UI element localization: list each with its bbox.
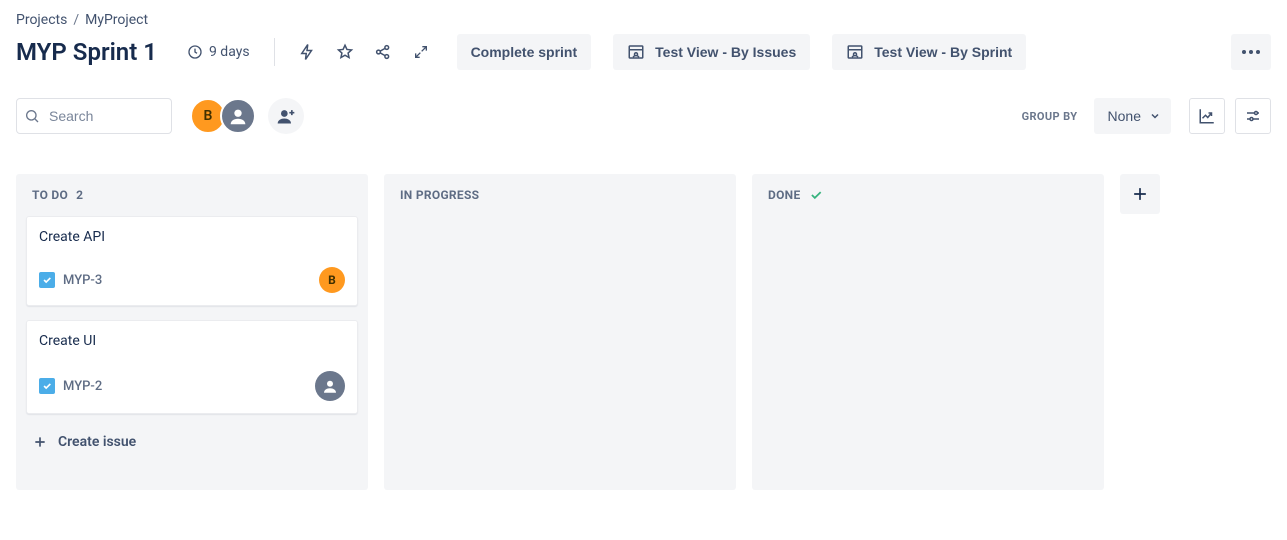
card-title: Create UI (39, 333, 345, 349)
more-actions-button[interactable] (1231, 34, 1271, 70)
task-icon (39, 378, 55, 394)
plus-icon (32, 434, 48, 450)
search-wrap (16, 98, 172, 134)
person-icon (321, 377, 339, 395)
card-myp-2[interactable]: Create UI MYP-2 (26, 320, 358, 414)
column-header[interactable]: IN PROGRESS (394, 188, 726, 202)
share-icon (374, 43, 392, 61)
divider (274, 38, 275, 66)
view-button-by-issues[interactable]: Test View - By Issues (613, 34, 810, 70)
column-in-progress[interactable]: IN PROGRESS (384, 174, 736, 490)
days-remaining[interactable]: 9 days (187, 44, 250, 60)
avatar-initial: B (328, 273, 336, 287)
chevron-down-icon (1149, 110, 1161, 122)
view-icon (627, 43, 645, 61)
column-title: IN PROGRESS (400, 188, 479, 202)
board: TO DO 2 Create API MYP-3 B Create UI (16, 174, 1271, 490)
task-icon (39, 272, 55, 288)
board-toolbar: B GROUP BY None (16, 98, 1271, 134)
view-settings-button[interactable] (1235, 98, 1271, 134)
view-label: Test View - By Sprint (874, 44, 1012, 60)
plus-icon (1130, 184, 1150, 204)
card-key: MYP-2 (63, 379, 102, 394)
breadcrumb: Projects / MyProject (16, 12, 1271, 28)
complete-sprint-label: Complete sprint (471, 44, 578, 60)
view-button-by-sprint[interactable]: Test View - By Sprint (832, 34, 1026, 70)
add-people-button[interactable] (268, 98, 304, 134)
search-icon (24, 108, 40, 124)
bolt-icon (298, 43, 316, 61)
groupby-label: GROUP BY (1022, 110, 1078, 123)
check-icon (809, 188, 823, 202)
card-footer: MYP-3 B (39, 267, 345, 293)
column-count: 2 (76, 188, 83, 202)
card-key-wrap: MYP-3 (39, 272, 102, 288)
avatar-stack: B (190, 98, 304, 134)
sliders-icon (1244, 107, 1262, 125)
days-remaining-label: 9 days (209, 44, 250, 60)
column-title: TO DO (32, 188, 68, 202)
view-label: Test View - By Issues (655, 44, 796, 60)
add-person-icon (276, 106, 296, 126)
card-assignee-avatar[interactable] (315, 371, 345, 401)
card-myp-3[interactable]: Create API MYP-3 B (26, 216, 358, 306)
fullscreen-button[interactable] (405, 36, 437, 68)
page-header: MYP Sprint 1 9 days Complete sprint Test… (16, 34, 1271, 70)
star-icon (336, 43, 354, 61)
share-button[interactable] (367, 36, 399, 68)
create-issue-label: Create issue (58, 434, 136, 450)
automation-button[interactable] (291, 36, 323, 68)
card-footer: MYP-2 (39, 371, 345, 401)
card-assignee-avatar[interactable]: B (319, 267, 345, 293)
complete-sprint-button[interactable]: Complete sprint (457, 34, 592, 70)
groupby-dropdown[interactable]: None (1094, 98, 1171, 134)
create-issue-button[interactable]: Create issue (26, 424, 358, 450)
groupby-value: None (1108, 108, 1141, 124)
person-icon (227, 105, 249, 127)
card-key-wrap: MYP-2 (39, 378, 102, 394)
more-icon (1242, 50, 1260, 54)
card-key: MYP-3 (63, 273, 102, 288)
breadcrumb-project[interactable]: MyProject (85, 12, 148, 28)
star-button[interactable] (329, 36, 361, 68)
view-icon (846, 43, 864, 61)
breadcrumb-sep: / (73, 12, 79, 28)
clock-icon (187, 44, 203, 60)
column-header[interactable]: TO DO 2 (26, 188, 358, 202)
column-todo[interactable]: TO DO 2 Create API MYP-3 B Create UI (16, 174, 368, 490)
avatar-initial: B (204, 108, 213, 124)
card-title: Create API (39, 229, 345, 245)
breadcrumb-projects[interactable]: Projects (16, 12, 67, 28)
chart-line-icon (1198, 107, 1216, 125)
add-column-button[interactable] (1120, 174, 1160, 214)
column-done[interactable]: DONE (752, 174, 1104, 490)
expand-icon (413, 44, 429, 60)
column-header[interactable]: DONE (762, 188, 1094, 202)
page-title: MYP Sprint 1 (16, 38, 157, 66)
column-title: DONE (768, 188, 801, 202)
insights-button[interactable] (1189, 98, 1225, 134)
avatar-unassigned[interactable] (220, 98, 256, 134)
